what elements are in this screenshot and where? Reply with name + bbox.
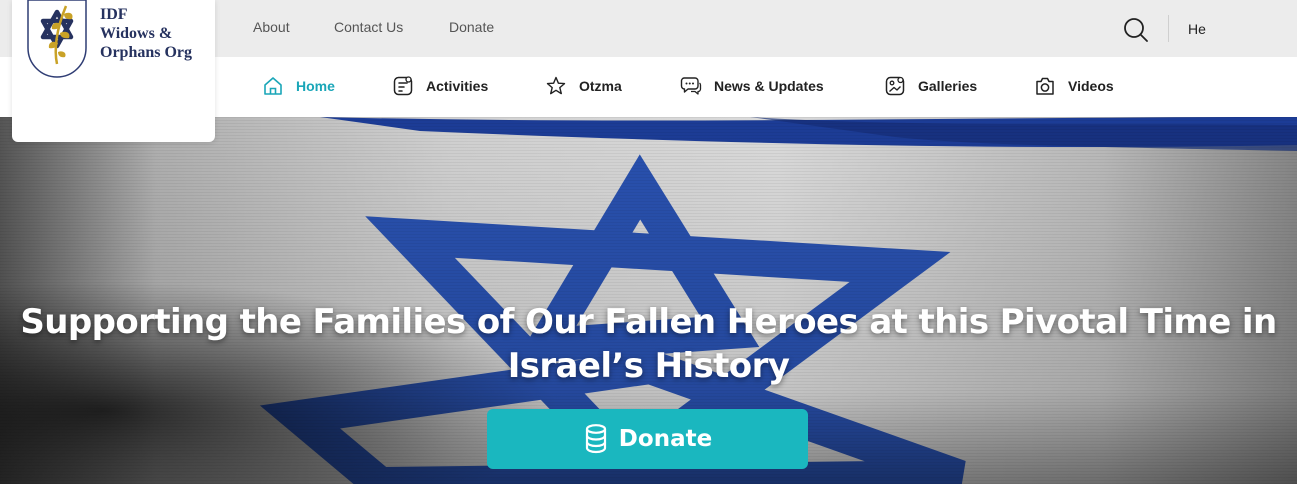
brand-name-line: Orphans Org	[100, 44, 193, 61]
donate-button[interactable]: Donate	[487, 409, 808, 469]
activities-icon	[393, 76, 413, 96]
logo-card[interactable]: IDF Widows & Orphans Org	[12, 0, 215, 142]
about-link[interactable]: About	[253, 19, 290, 35]
home-icon	[264, 77, 282, 95]
brand-name-line: Widows &	[100, 25, 173, 42]
contact-us-link[interactable]: Contact Us	[334, 19, 403, 35]
gallery-icon	[885, 76, 905, 96]
star-icon	[546, 76, 566, 95]
top-bar-divider	[1168, 15, 1169, 42]
nav-item-label: Galleries	[918, 78, 978, 94]
nav-item-label: Activities	[426, 78, 489, 94]
nav-item-otzma[interactable]: Otzma	[545, 73, 622, 99]
donate-link[interactable]: Donate	[449, 19, 494, 35]
nav-item-label: Home	[296, 78, 335, 94]
nav-item-home[interactable]: Home	[262, 73, 335, 99]
brand-name: IDF Widows & Orphans Org	[100, 5, 212, 62]
star-of-david-olive-branch-emblem	[27, 0, 87, 78]
nav-item-label: Otzma	[579, 78, 622, 94]
search-icon[interactable]	[1122, 16, 1150, 44]
chat-bubbles-icon	[680, 77, 702, 95]
language-switch[interactable]: He	[1188, 21, 1206, 37]
camera-icon	[1036, 77, 1054, 95]
hero-banner: Supporting the Families of Our Fallen He…	[0, 117, 1297, 484]
hero-title-line: Israel’s History	[507, 346, 790, 386]
brand-name-line: IDF	[100, 6, 128, 23]
nav-item-videos[interactable]: Videos	[1034, 73, 1114, 99]
nav-item-news-updates[interactable]: News & Updates	[680, 73, 824, 99]
nav-item-label: Videos	[1068, 78, 1114, 94]
nav-item-activities[interactable]: Activities	[392, 73, 488, 99]
nav-item-label: News & Updates	[714, 78, 824, 94]
donate-button-label: Donate	[618, 426, 713, 452]
hero-title: Supporting the Families of Our Fallen He…	[0, 300, 1297, 388]
hero-title-line: Supporting the Families of Our Fallen He…	[20, 302, 1277, 342]
coins-stack-icon	[585, 424, 606, 454]
nav-item-galleries[interactable]: Galleries	[884, 73, 977, 99]
